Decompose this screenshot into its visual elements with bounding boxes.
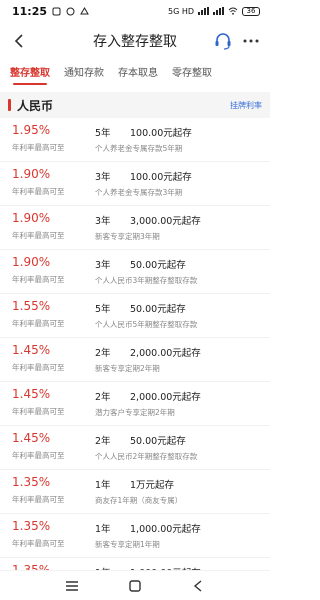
product-name: 新客专享定期2年期 — [95, 364, 160, 373]
section-title: 人民币 — [8, 97, 53, 114]
product-name: 潜力客户专享定期2年期 — [95, 408, 175, 417]
tab-notice-deposit[interactable]: 通知存款 — [64, 60, 104, 88]
product-row[interactable]: 1.45% 年利率最高可至 2年 2,000.00元起存 新客专享定期2年期 — [0, 338, 270, 382]
product-row[interactable]: 1.90% 年利率最高可至 3年 100.00元起存 个人养老金专属存款3年期 — [0, 162, 270, 206]
rate-value: 1.90% — [12, 211, 51, 225]
status-bar: 11:25 5G HD 36 — [0, 0, 270, 22]
deposit-type-tabs: 整存整取 通知存款 存本取息 零存整取 — [0, 60, 270, 88]
term: 1年 — [95, 480, 111, 491]
section-accent-bar — [8, 99, 11, 111]
home-square-icon — [129, 579, 141, 592]
term: 2年 — [95, 392, 111, 403]
product-row[interactable]: 1.90% 年利率最高可至 3年 3,000.00元起存 新客专享定期3年期 — [0, 206, 270, 250]
system-back-button[interactable] — [186, 574, 210, 598]
app-icon — [80, 6, 89, 14]
term: 3年 — [95, 216, 111, 227]
min-amount: 50.00元起存 — [130, 260, 186, 271]
product-row[interactable]: 1.45% 年利率最高可至 2年 50.00元起存 个人人民币2年期整存整取存款 — [0, 426, 270, 470]
min-amount: 1,000.00元起存 — [130, 524, 201, 535]
more-dots-icon — [243, 39, 259, 43]
nav-bar: 存入整存整取 — [0, 22, 270, 60]
rate-value: 1.45% — [12, 387, 51, 401]
tab-principal-interest[interactable]: 存本取息 — [118, 60, 158, 88]
product-name: 个人养老金专属存款5年期 — [95, 144, 183, 153]
term: 2年 — [95, 348, 111, 359]
product-name: 个人人民币3年期整存整取存款 — [95, 276, 198, 285]
term: 3年 — [95, 172, 111, 183]
back-button[interactable] — [8, 30, 30, 52]
min-amount: 2,000.00元起存 — [130, 348, 201, 359]
min-amount: 3,000.00元起存 — [130, 216, 201, 227]
rate-value: 1.35% — [12, 519, 51, 533]
system-navigation-bar — [0, 570, 270, 600]
min-amount: 2,000.00元起存 — [130, 392, 201, 403]
menu-icon — [65, 580, 78, 591]
term: 5年 — [95, 128, 111, 139]
rate-label: 年利率最高可至 — [12, 495, 65, 504]
rate-label: 年利率最高可至 — [12, 275, 65, 284]
tab-installment-deposit[interactable]: 零存整取 — [172, 60, 212, 88]
product-name: 商友存1年期（商友专属） — [95, 496, 183, 505]
rate-label: 年利率最高可至 — [12, 143, 65, 152]
wifi-icon — [228, 7, 238, 15]
min-amount: 50.00元起存 — [130, 304, 186, 315]
deposit-product-list: 1.95% 年利率最高可至 5年 100.00元起存 个人养老金专属存款5年期 … — [0, 118, 270, 579]
rate-label: 年利率最高可至 — [12, 187, 65, 196]
signal-icon — [198, 7, 209, 15]
term: 3年 — [95, 260, 111, 271]
battery-icon: 36 — [242, 6, 260, 16]
headset-icon — [215, 33, 231, 50]
rate-value: 1.45% — [12, 343, 51, 357]
min-amount: 100.00元起存 — [130, 128, 192, 139]
rate-label: 年利率最高可至 — [12, 363, 65, 372]
product-row[interactable]: 1.55% 年利率最高可至 5年 50.00元起存 个人人民币5年期整存整取存款 — [0, 294, 270, 338]
customer-service-button[interactable] — [212, 30, 234, 52]
more-button[interactable] — [240, 30, 262, 52]
rate-value: 1.55% — [12, 299, 51, 313]
min-amount: 1万元起存 — [130, 480, 175, 491]
term: 1年 — [95, 524, 111, 535]
signal-icon-2 — [213, 7, 224, 15]
product-row[interactable]: 1.35% 年利率最高可至 1年 1,000.00元起存 新客专享定期1年期 — [0, 514, 270, 558]
tab-fixed-deposit[interactable]: 整存整取 — [10, 60, 50, 88]
chat-icon — [66, 7, 75, 15]
rate-label: 年利率最高可至 — [12, 539, 65, 548]
rate-value: 1.35% — [12, 475, 51, 489]
rate-label: 年利率最高可至 — [12, 407, 65, 416]
product-name: 个人人民币5年期整存整取存款 — [95, 320, 198, 329]
rate-label: 年利率最高可至 — [12, 451, 65, 460]
rate-value: 1.45% — [12, 431, 51, 445]
product-name: 新客专享定期3年期 — [95, 232, 160, 241]
rate-label: 年利率最高可至 — [12, 231, 65, 240]
product-row[interactable]: 1.95% 年利率最高可至 5年 100.00元起存 个人养老金专属存款5年期 — [0, 118, 270, 162]
section-title-text: 人民币 — [17, 98, 54, 113]
status-left: 11:25 — [12, 5, 89, 18]
chevron-left-icon — [14, 34, 23, 48]
product-row[interactable]: 1.35% 年利率最高可至 1年 1万元起存 商友存1年期（商友专属） — [0, 470, 270, 514]
notification-icon — [52, 7, 61, 15]
rate-label: 年利率最高可至 — [12, 319, 65, 328]
product-name: 个人养老金专属存款3年期 — [95, 188, 183, 197]
rate-value: 1.95% — [12, 123, 51, 137]
status-time: 11:25 — [12, 4, 48, 18]
back-triangle-icon — [194, 579, 202, 592]
rate-value: 1.90% — [12, 255, 51, 269]
network-text: 5G HD — [167, 6, 194, 16]
status-right: 5G HD 36 — [167, 6, 260, 16]
menu-button[interactable] — [60, 574, 84, 598]
min-amount: 100.00元起存 — [130, 172, 192, 183]
rate-value: 1.90% — [12, 167, 51, 181]
product-name: 新客专享定期1年期 — [95, 540, 160, 549]
product-row[interactable]: 1.45% 年利率最高可至 2年 2,000.00元起存 潜力客户专享定期2年期 — [0, 382, 270, 426]
listed-rate-link[interactable]: 挂牌利率 — [230, 100, 262, 111]
product-row[interactable]: 1.90% 年利率最高可至 3年 50.00元起存 个人人民币3年期整存整取存款 — [0, 250, 270, 294]
term: 5年 — [95, 304, 111, 315]
term: 2年 — [95, 436, 111, 447]
product-name: 个人人民币2年期整存整取存款 — [95, 452, 198, 461]
currency-section-header: 人民币 挂牌利率 — [0, 92, 270, 118]
min-amount: 50.00元起存 — [130, 436, 186, 447]
home-button[interactable] — [123, 574, 147, 598]
